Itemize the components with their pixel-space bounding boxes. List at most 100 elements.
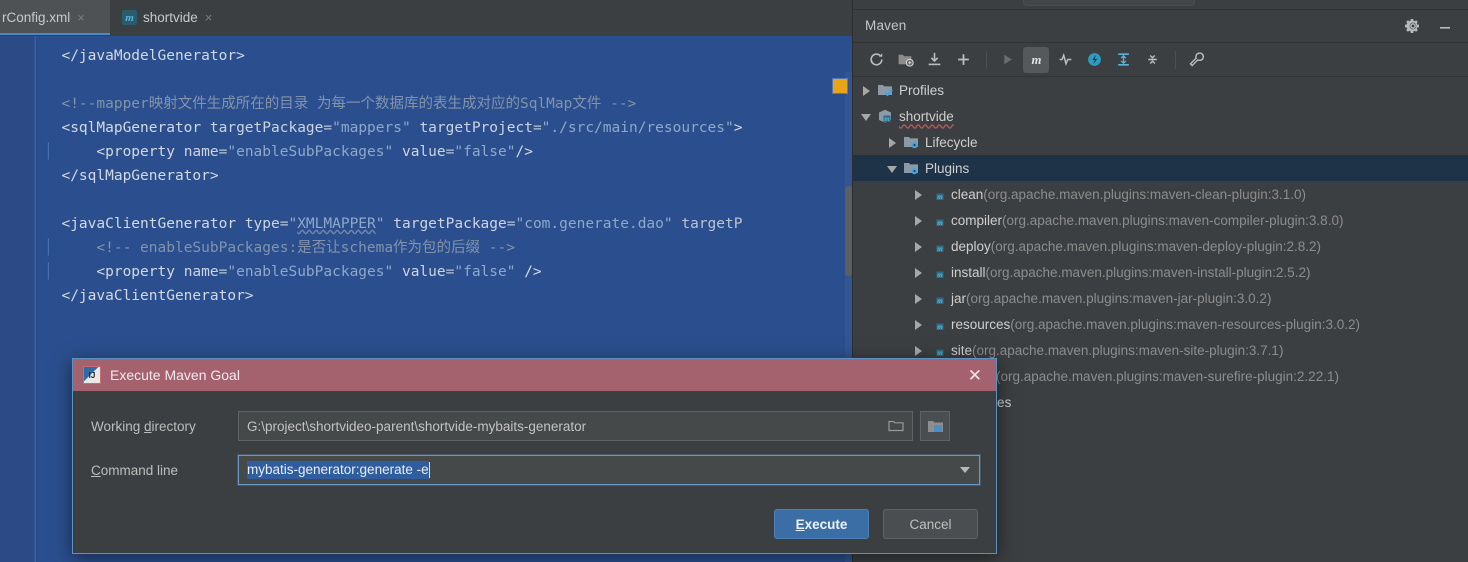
tree-item-resources[interactable]: m resources (org.apache.maven.plugins:mav… [853, 311, 1468, 337]
toolbar-separator [1175, 50, 1176, 69]
tree-item-coordinates: (org.apache.maven.plugins:maven-compiler… [1002, 212, 1344, 228]
cancel-button[interactable]: Cancel [883, 509, 978, 539]
maven-module-icon: m [122, 10, 137, 25]
close-icon[interactable]: × [205, 11, 213, 24]
working-directory-input[interactable]: G:\project\shortvideo-parent\shortvide-m… [238, 411, 913, 441]
tree-item-label: deploy [951, 238, 991, 254]
generate-sources-icon[interactable] [892, 47, 918, 73]
chevron-right-icon[interactable] [861, 85, 872, 96]
tree-item-coordinates: (org.apache.maven.plugins:maven-surefire… [996, 368, 1339, 384]
tree-item-coordinates: (org.apache.maven.plugins:maven-clean-pl… [983, 186, 1306, 202]
tree-item-label: install [951, 264, 986, 280]
toggle-skip-tests-icon[interactable] [1052, 47, 1078, 73]
tree-item-compiler[interactable]: m compiler (org.apache.maven.plugins:mave… [853, 207, 1468, 233]
chevron-down-icon[interactable] [887, 163, 898, 174]
tree-item-lifecycle[interactable]: Lifecycle [853, 129, 1468, 155]
command-line-value: mybatis-generator:generate -e [247, 461, 429, 479]
tree-item-coordinates: (org.apache.maven.plugins:maven-site-plu… [972, 342, 1284, 358]
tree-item-label: compiler [951, 212, 1003, 228]
minimize-icon[interactable] [1437, 18, 1453, 34]
maven-plugin-icon: m [929, 316, 945, 332]
gear-icon[interactable] [1405, 18, 1421, 34]
lifecycle-folder-icon [903, 134, 919, 150]
editor-gutter [0, 36, 35, 562]
editor-code: </javaModelGenerator> <!--mapper映射文件生成所在… [44, 44, 852, 308]
add-maven-project-icon[interactable] [950, 47, 976, 73]
maven-plugin-icon: m [929, 290, 945, 306]
maven-plugin-icon: m [929, 238, 945, 254]
svg-text:m: m [884, 115, 890, 123]
editor-tab-shortvide[interactable]: m shortvide × [112, 0, 252, 35]
maven-header-actions [1405, 18, 1453, 34]
code-line: │ <property name="enableSubPackages" val… [44, 144, 533, 160]
working-directory-value: G:\project\shortvideo-parent\shortvide-m… [247, 418, 587, 434]
collapse-all-icon[interactable] [1139, 47, 1165, 73]
folder-browse-icon[interactable] [888, 419, 904, 433]
code-line: <javaClientGenerator type="XMLMAPPER" ta… [61, 216, 743, 232]
plugins-folder-icon [903, 160, 919, 176]
editor-scrollbar-thumb[interactable] [845, 186, 852, 276]
maven-project-icon: m [877, 108, 893, 124]
chevron-right-icon[interactable] [913, 215, 924, 226]
working-directory-label: Working directory [91, 418, 196, 434]
active-tab-underline [0, 33, 110, 35]
editor-tab-generator-config[interactable]: rConfig.xml × [0, 0, 110, 35]
chevron-right-icon[interactable] [913, 241, 924, 252]
command-line-label: Command line [91, 462, 179, 478]
tree-item-jar[interactable]: m jar (org.apache.maven.plugins:maven-jar… [853, 285, 1468, 311]
chevron-right-icon[interactable] [913, 267, 924, 278]
maven-title: Maven [865, 18, 907, 33]
tree-item-deploy[interactable]: m deploy (org.apache.maven.plugins:maven-… [853, 233, 1468, 259]
code-line: │ <property name="enableSubPackages" val… [44, 264, 542, 280]
chevron-down-icon[interactable] [952, 457, 978, 483]
toolbar-separator [986, 50, 987, 69]
intellij-icon [83, 366, 101, 384]
run-icon[interactable] [994, 47, 1020, 73]
svg-text:m: m [937, 297, 943, 305]
command-line-row: Command line mybatis-generator:generate … [73, 455, 996, 485]
svg-text:m: m [937, 193, 943, 201]
svg-text:m: m [937, 271, 943, 279]
close-icon[interactable]: ✕ [962, 367, 988, 384]
chevron-right-icon[interactable] [913, 189, 924, 200]
tree-item-plugins[interactable]: Plugins [853, 155, 1468, 181]
module-folder-button[interactable] [920, 411, 950, 441]
tree-item-coordinates: (org.apache.maven.plugins:maven-resource… [1010, 316, 1360, 332]
chevron-right-icon[interactable] [913, 319, 924, 330]
dialog-title: Execute Maven Goal [110, 367, 240, 383]
profiles-folder-icon [877, 82, 893, 98]
toggle-offline-icon[interactable] [1081, 47, 1107, 73]
tree-item-coordinates: (org.apache.maven.plugins:maven-deploy-p… [990, 238, 1321, 254]
tree-item-label: site [951, 342, 973, 358]
chevron-down-icon[interactable] [861, 111, 872, 122]
chevron-right-icon[interactable] [913, 345, 924, 356]
tree-item-label: jar [951, 290, 967, 306]
tree-item-clean[interactable]: m clean (org.apache.maven.plugins:maven-c… [853, 181, 1468, 207]
reimport-icon[interactable] [863, 47, 889, 73]
tree-item-profiles[interactable]: Profiles [853, 77, 1468, 103]
tree-item-install[interactable]: m install (org.apache.maven.plugins:maven… [853, 259, 1468, 285]
maven-settings-icon[interactable] [1183, 47, 1209, 73]
execute-maven-goal-icon[interactable]: m [1023, 46, 1049, 73]
maven-plugin-icon: m [929, 186, 945, 202]
chevron-right-icon[interactable] [913, 293, 924, 304]
code-line: <!--mapper映射文件生成所在的目录 为每一个数据库的表生成对应的SqlM… [61, 96, 637, 112]
dialog-title-bar: Execute Maven Goal ✕ [73, 359, 996, 391]
download-sources-icon[interactable] [921, 47, 947, 73]
text-caret [428, 462, 430, 478]
execute-button[interactable]: Execute [774, 509, 869, 539]
code-line: </javaModelGenerator> [61, 48, 245, 64]
chevron-right-icon[interactable] [887, 137, 898, 148]
command-line-input[interactable]: mybatis-generator:generate -e [238, 455, 980, 485]
tree-item-shortvide[interactable]: m shortvide [853, 103, 1468, 129]
maven-plugin-icon: m [929, 212, 945, 228]
tree-item-label: clean [951, 186, 984, 202]
code-line: </sqlMapGenerator> [61, 168, 219, 184]
tree-item-label: Plugins [925, 160, 970, 176]
ide-window: rConfig.xml × m shortvide × </javaModelG… [0, 0, 1468, 562]
expand-all-icon[interactable] [1110, 47, 1136, 73]
close-icon[interactable]: × [77, 11, 85, 24]
execute-maven-goal-dialog: Execute Maven Goal ✕ Working directory G… [72, 358, 997, 554]
